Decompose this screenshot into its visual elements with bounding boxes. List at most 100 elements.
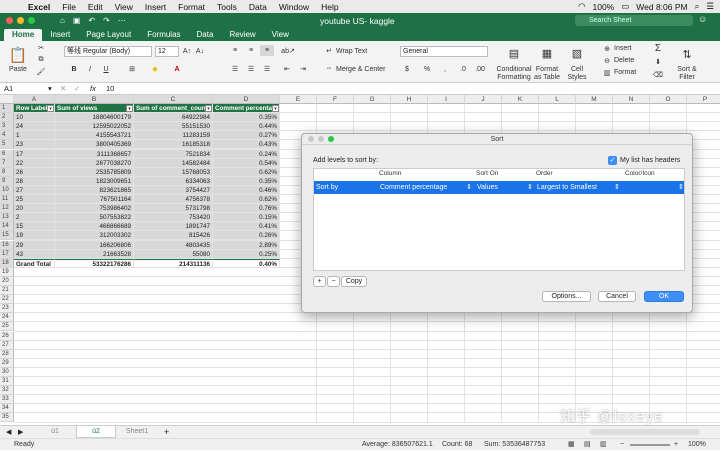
align-top-icon[interactable]: ≡ bbox=[228, 45, 242, 56]
align-middle-icon[interactable]: ≡ bbox=[244, 45, 258, 56]
save-icon[interactable]: ▣ bbox=[73, 16, 81, 25]
row-header[interactable]: 29 bbox=[0, 358, 14, 368]
insert-cells-button[interactable]: Insert bbox=[614, 45, 644, 53]
sort-column-select[interactable]: Comment percentage bbox=[380, 181, 447, 194]
row-header[interactable]: 6 bbox=[0, 149, 14, 159]
table-cell[interactable]: 23 bbox=[14, 140, 55, 150]
row-header[interactable]: 17 bbox=[0, 249, 14, 259]
row-header[interactable]: 2 bbox=[0, 113, 14, 123]
normal-view-icon[interactable]: ▦ bbox=[568, 439, 575, 451]
menu-data[interactable]: Data bbox=[243, 2, 273, 12]
currency-icon[interactable]: $ bbox=[400, 63, 414, 75]
table-cell[interactable]: 0.25% bbox=[213, 249, 280, 259]
sort-on-stepper-icon[interactable]: ⇕ bbox=[527, 181, 533, 194]
font-size-select[interactable]: 12 bbox=[155, 46, 179, 57]
menu-file[interactable]: File bbox=[56, 2, 82, 12]
table-cell[interactable]: 0.15% bbox=[213, 213, 280, 223]
filter-dropdown-icon[interactable]: ▾ bbox=[205, 105, 212, 112]
table-cell[interactable]: 0.27% bbox=[213, 131, 280, 141]
table-cell[interactable]: 3754427 bbox=[134, 185, 213, 195]
fill-color-icon[interactable]: ◆ bbox=[148, 63, 162, 75]
autosum-icon[interactable]: Σ bbox=[652, 43, 664, 54]
name-box-dropdown-icon[interactable]: ▾ bbox=[48, 84, 52, 94]
sum-views-header[interactable]: Sum of views bbox=[55, 104, 134, 113]
row-header[interactable]: 1 bbox=[0, 104, 14, 113]
row-header[interactable]: 15 bbox=[0, 231, 14, 241]
row-header[interactable]: 32 bbox=[0, 386, 14, 396]
wifi-icon[interactable]: ◠ bbox=[578, 1, 585, 12]
color-icon-stepper-icon[interactable]: ⇕ bbox=[678, 181, 684, 194]
grand-total-cell[interactable]: 0.40% bbox=[213, 258, 280, 268]
comma-style-icon[interactable]: , bbox=[438, 63, 452, 75]
format-cells-icon[interactable]: ▥ bbox=[602, 68, 612, 77]
sort-filter-icon[interactable]: ⇅ bbox=[676, 45, 698, 63]
merge-center-button[interactable]: Merge & Center bbox=[336, 66, 392, 74]
menu-edit[interactable]: Edit bbox=[82, 2, 109, 12]
row-header[interactable]: 23 bbox=[0, 304, 14, 314]
table-cell[interactable]: 0.44% bbox=[213, 122, 280, 132]
row-header[interactable]: 33 bbox=[0, 395, 14, 405]
search-sheet-input[interactable]: Search Sheet bbox=[575, 15, 693, 26]
column-header[interactable]: I bbox=[428, 95, 465, 104]
table-cell[interactable]: 64922984 bbox=[134, 113, 213, 123]
table-cell[interactable]: 0.24% bbox=[213, 149, 280, 159]
menu-window[interactable]: Window bbox=[273, 2, 315, 12]
row-header[interactable]: 9 bbox=[0, 176, 14, 186]
table-cell[interactable]: 24 bbox=[14, 122, 55, 132]
zoom-in-icon[interactable]: + bbox=[674, 439, 678, 451]
table-cell[interactable]: 0.62% bbox=[213, 167, 280, 177]
sum-comment-count-header[interactable]: Sum of comment_count bbox=[134, 104, 213, 113]
column-header[interactable]: P bbox=[687, 95, 720, 104]
table-cell[interactable]: 19 bbox=[14, 231, 55, 241]
cancel-edit-icon[interactable]: ✕ bbox=[60, 84, 66, 94]
column-header[interactable]: M bbox=[576, 95, 613, 104]
table-cell[interactable]: 2677038270 bbox=[55, 158, 134, 168]
menu-view[interactable]: View bbox=[109, 2, 139, 12]
delete-cells-icon[interactable]: ⊖ bbox=[602, 56, 612, 65]
menu-tools[interactable]: Tools bbox=[211, 2, 243, 12]
increase-font-icon[interactable]: A↑ bbox=[182, 46, 192, 57]
table-cell[interactable]: 2.89% bbox=[213, 240, 280, 250]
underline-button[interactable]: U bbox=[100, 63, 112, 75]
italic-button[interactable]: I bbox=[84, 63, 96, 75]
column-header[interactable]: G bbox=[354, 95, 391, 104]
align-center-icon[interactable]: ☰ bbox=[244, 63, 258, 74]
orientation-icon[interactable]: ab↗ bbox=[280, 45, 296, 56]
wrap-text-button[interactable]: Wrap Text bbox=[336, 48, 376, 56]
has-headers-checkbox[interactable]: ✓ bbox=[608, 156, 617, 165]
clear-icon[interactable]: ⌫ bbox=[652, 69, 664, 80]
table-cell[interactable]: 12595022052 bbox=[55, 122, 134, 132]
column-header[interactable]: B bbox=[55, 95, 134, 104]
sort-order-select[interactable]: Largest to Smallest bbox=[537, 181, 597, 194]
column-header[interactable]: N bbox=[613, 95, 650, 104]
comment-percentage-header[interactable]: Comment percentage bbox=[213, 104, 280, 113]
table-cell[interactable]: 15768053 bbox=[134, 167, 213, 177]
table-cell[interactable]: 0.35% bbox=[213, 176, 280, 186]
tab-page-layout[interactable]: Page Layout bbox=[78, 29, 139, 41]
table-cell[interactable]: 22 bbox=[14, 158, 55, 168]
select-all-corner[interactable] bbox=[0, 95, 14, 104]
row-header[interactable]: 8 bbox=[0, 167, 14, 177]
table-cell[interactable]: 55151530 bbox=[134, 122, 213, 132]
confirm-edit-icon[interactable]: ✓ bbox=[74, 84, 80, 94]
cut-icon[interactable]: ✂ bbox=[35, 43, 47, 53]
table-cell[interactable]: 20 bbox=[14, 204, 55, 214]
table-cell[interactable]: 1 bbox=[14, 131, 55, 141]
battery-icon[interactable]: ▭ bbox=[621, 1, 629, 12]
align-bottom-icon[interactable]: ≡ bbox=[260, 45, 274, 56]
row-header[interactable]: 13 bbox=[0, 213, 14, 223]
column-header[interactable]: J bbox=[465, 95, 502, 104]
tab-view[interactable]: View bbox=[264, 29, 297, 41]
table-cell[interactable]: 15 bbox=[14, 222, 55, 232]
zoom-window-button[interactable] bbox=[28, 17, 35, 24]
row-header[interactable]: 25 bbox=[0, 322, 14, 332]
font-color-icon[interactable]: A bbox=[170, 63, 184, 75]
column-header[interactable]: C bbox=[134, 95, 213, 104]
paste-label[interactable]: Paste bbox=[6, 66, 30, 74]
table-cell[interactable]: 2 bbox=[14, 213, 55, 223]
spotlight-icon[interactable]: ⌕ bbox=[695, 1, 700, 12]
table-cell[interactable]: 29 bbox=[14, 240, 55, 250]
table-cell[interactable]: 466866689 bbox=[55, 222, 134, 232]
row-header[interactable]: 21 bbox=[0, 286, 14, 295]
table-cell[interactable]: 11283159 bbox=[134, 131, 213, 141]
